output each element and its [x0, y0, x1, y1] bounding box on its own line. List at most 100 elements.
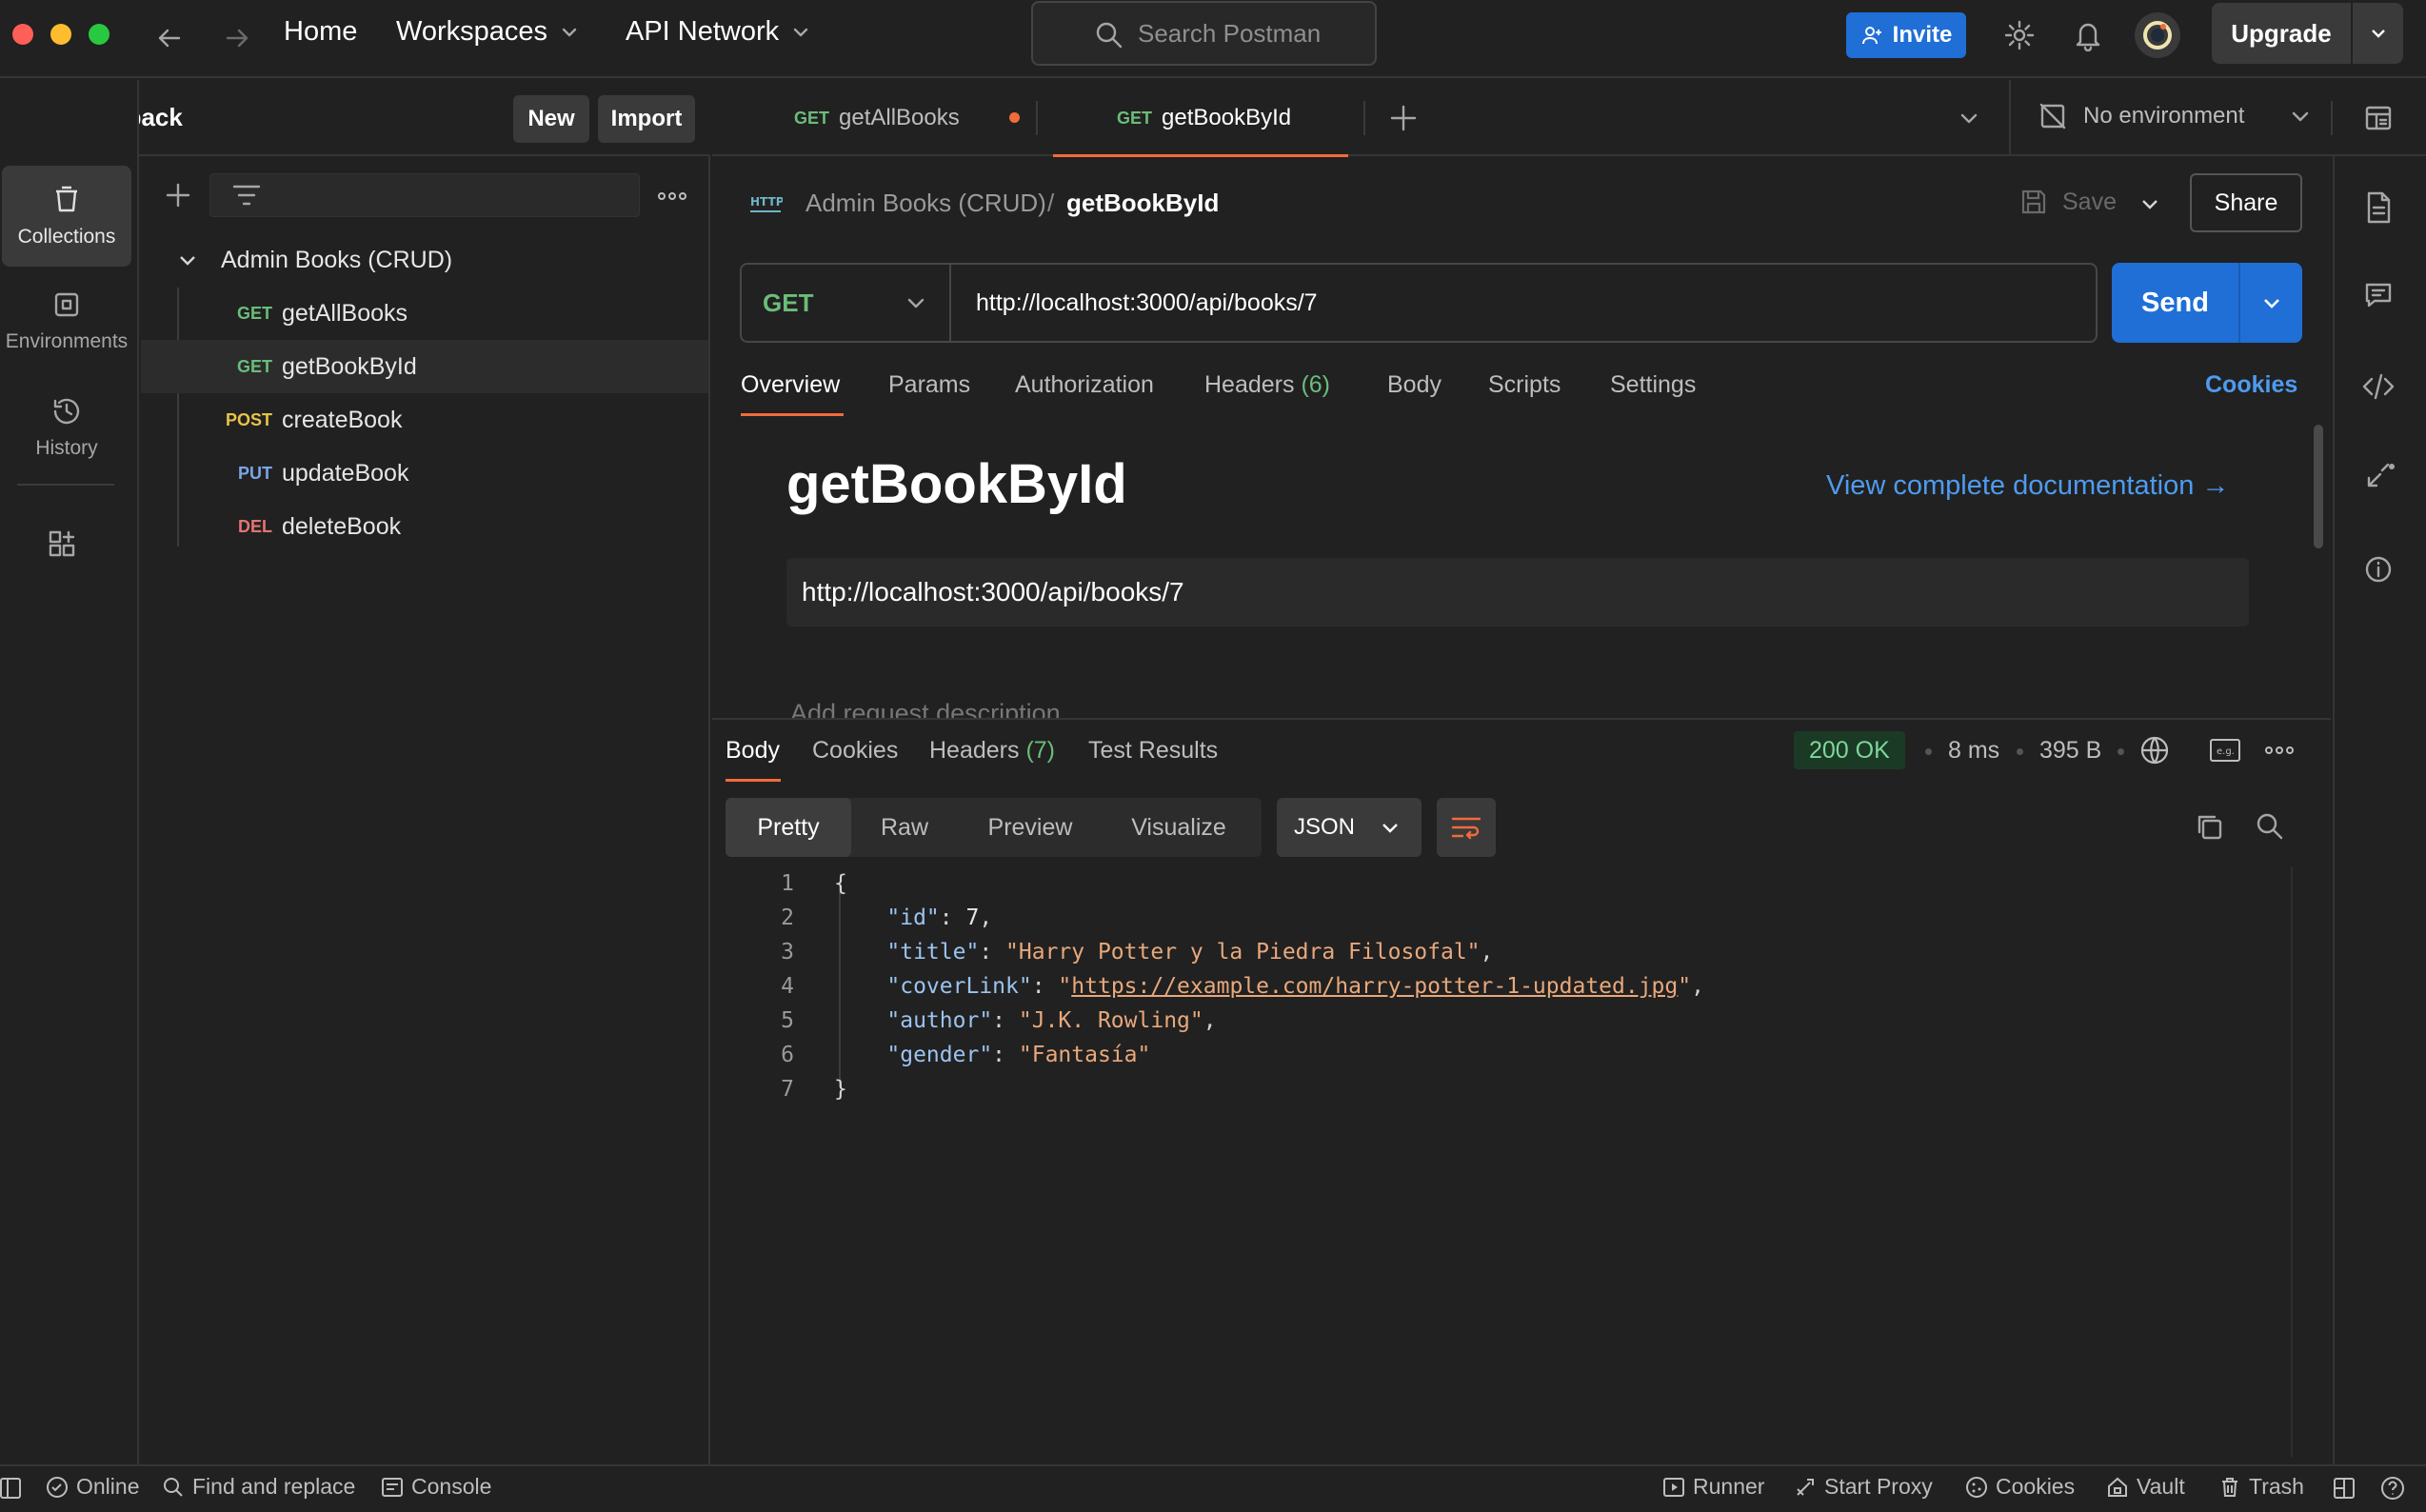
response-tab-headers[interactable]: Headers (7) — [929, 737, 1055, 765]
scrollbar[interactable] — [2291, 866, 2293, 1457]
share-button[interactable]: Share — [2190, 173, 2302, 232]
more-options-icon[interactable] — [2264, 743, 2295, 758]
api-network-menu[interactable]: API Network — [626, 16, 811, 48]
info-icon[interactable] — [2363, 554, 2394, 585]
tab-settings[interactable]: Settings — [1610, 371, 1696, 399]
forward-arrow-icon[interactable] — [222, 23, 252, 53]
toggle-sidebar-icon[interactable] — [0, 1476, 23, 1501]
close-window-button[interactable] — [12, 24, 33, 45]
documentation-icon[interactable] — [2363, 190, 2394, 225]
tab-overview[interactable]: Overview — [741, 371, 840, 399]
related-collections-icon[interactable] — [2363, 461, 2397, 491]
new-tab-plus-icon[interactable] — [1388, 103, 1419, 133]
send-options-chevron-icon[interactable] — [2240, 291, 2302, 314]
settings-gear-icon[interactable] — [2003, 19, 2036, 51]
comments-icon[interactable] — [2363, 280, 2394, 310]
tab-headers[interactable]: Headers (6) — [1204, 371, 1330, 399]
response-tab-body[interactable]: Body — [726, 737, 780, 765]
save-disk-icon — [2018, 187, 2049, 217]
tab-params[interactable]: Params — [888, 371, 970, 399]
left-rail: Collections Environments History — [0, 80, 139, 1464]
format-select[interactable]: JSON — [1277, 798, 1422, 857]
add-collection-plus-icon[interactable] — [164, 181, 192, 209]
search-icon[interactable] — [2255, 811, 2285, 842]
copy-icon[interactable] — [2194, 811, 2224, 842]
response-body-code[interactable]: 1{ 2 "id": 7, 3 "title": "Harry Potter y… — [712, 866, 2283, 1106]
cookies-link[interactable]: Cookies — [2205, 371, 2297, 399]
online-status[interactable]: Online — [46, 1474, 139, 1500]
svg-text:e.g.: e.g. — [2217, 746, 2235, 757]
json-url-link[interactable]: https://example.com/harry-potter-1-updat… — [1071, 974, 1678, 999]
breadcrumb-request-name[interactable]: getBookById — [1066, 189, 1219, 218]
view-visualize[interactable]: Visualize — [1103, 798, 1255, 857]
view-raw[interactable]: Raw — [851, 798, 958, 857]
upgrade-options-chevron-icon[interactable] — [2353, 23, 2403, 44]
environment-quick-look-icon[interactable] — [2363, 103, 2394, 133]
help-icon[interactable] — [2380, 1476, 2405, 1501]
tabs-overflow-chevron-icon[interactable] — [1958, 107, 1980, 129]
rail-item-environments[interactable]: Environments — [2, 270, 131, 371]
view-documentation-link[interactable]: View complete documentation → — [1826, 470, 2229, 502]
scrollbar[interactable] — [2314, 425, 2323, 548]
sidebar-item-createbook[interactable]: POST createBook — [141, 393, 708, 447]
sidebar-item-updatebook[interactable]: PUT updateBook — [141, 447, 708, 500]
chevron-down-icon — [559, 22, 580, 43]
send-button[interactable]: Send — [2112, 263, 2302, 343]
tab-getbookbyid[interactable]: GET getBookById — [1117, 80, 1291, 156]
tab-getallbooks[interactable]: GET getAllBooks — [794, 80, 1032, 156]
find-and-replace-button[interactable]: Find and replace — [162, 1474, 355, 1500]
user-avatar[interactable] — [2135, 12, 2180, 58]
two-pane-layout-icon[interactable] — [2333, 1476, 2356, 1501]
vault-button[interactable]: Vault — [2106, 1474, 2185, 1500]
tab-scripts[interactable]: Scripts — [1488, 371, 1561, 399]
code-snippet-icon[interactable] — [2361, 371, 2396, 402]
cookies-button[interactable]: Cookies — [1965, 1474, 2075, 1500]
view-pretty[interactable]: Pretty — [726, 798, 851, 857]
import-button[interactable]: Import — [598, 95, 695, 143]
view-preview[interactable]: Preview — [958, 798, 1103, 857]
configure-sidebar-icon[interactable] — [46, 527, 78, 560]
sidebar-item-getallbooks[interactable]: GET getAllBooks — [141, 287, 708, 340]
runner-button[interactable]: Runner — [1662, 1474, 1764, 1500]
rail-item-history[interactable]: History — [2, 377, 131, 478]
invite-button[interactable]: Invite — [1846, 12, 1966, 58]
collection-name: Admin Books (CRUD) — [221, 246, 453, 273]
upgrade-button[interactable]: Upgrade — [2212, 3, 2403, 64]
minimize-window-button[interactable] — [50, 24, 71, 45]
response-tab-test-results[interactable]: Test Results — [1088, 737, 1218, 765]
status-badge[interactable]: 200 OK — [1794, 731, 1905, 769]
sidebar-item-getbookbyid[interactable]: GET getBookById — [141, 340, 708, 393]
home-link[interactable]: Home — [284, 16, 357, 48]
filter-input[interactable] — [209, 173, 640, 217]
response-tab-cookies[interactable]: Cookies — [812, 737, 898, 765]
network-globe-icon[interactable] — [2139, 735, 2170, 766]
save-options-chevron-icon[interactable] — [2138, 192, 2161, 215]
url-input[interactable]: http://localhost:3000/api/books/7 — [951, 289, 1318, 317]
tab-authorization[interactable]: Authorization — [1015, 371, 1154, 399]
new-button[interactable]: New — [513, 95, 589, 143]
trash-button[interactable]: Trash — [2218, 1474, 2304, 1500]
breadcrumb-collection[interactable]: Admin Books (CRUD) — [805, 189, 1046, 218]
rail-item-collections[interactable]: Collections — [2, 166, 131, 267]
back-arrow-icon[interactable] — [154, 23, 185, 53]
save-example-icon[interactable]: e.g. — [2209, 737, 2241, 764]
environment-selector[interactable]: No environment — [2038, 101, 2311, 131]
search-input[interactable]: Search Postman — [1031, 1, 1377, 66]
response-divider[interactable] — [712, 718, 2331, 720]
sidebar-item-deletebook[interactable]: DEL deleteBook — [141, 500, 708, 553]
save-button[interactable]: Save — [2018, 187, 2117, 217]
notifications-bell-icon[interactable] — [2073, 19, 2103, 51]
start-proxy-button[interactable]: Start Proxy — [1794, 1474, 1933, 1500]
maximize-window-button[interactable] — [89, 24, 109, 45]
request-description-placeholder[interactable]: Add request description... — [790, 699, 1082, 720]
tab-body[interactable]: Body — [1387, 371, 1442, 399]
more-options-icon[interactable] — [657, 187, 687, 206]
console-button[interactable]: Console — [381, 1474, 491, 1500]
online-check-icon — [46, 1476, 69, 1499]
wrap-lines-button[interactable] — [1437, 798, 1496, 857]
method-select[interactable]: GET — [742, 265, 951, 341]
collection-admin-books[interactable]: Admin Books (CRUD) — [141, 233, 708, 287]
response-time[interactable]: 8 ms — [1948, 737, 1999, 765]
response-size[interactable]: 395 B — [2039, 737, 2101, 765]
workspaces-menu[interactable]: Workspaces — [396, 16, 580, 48]
